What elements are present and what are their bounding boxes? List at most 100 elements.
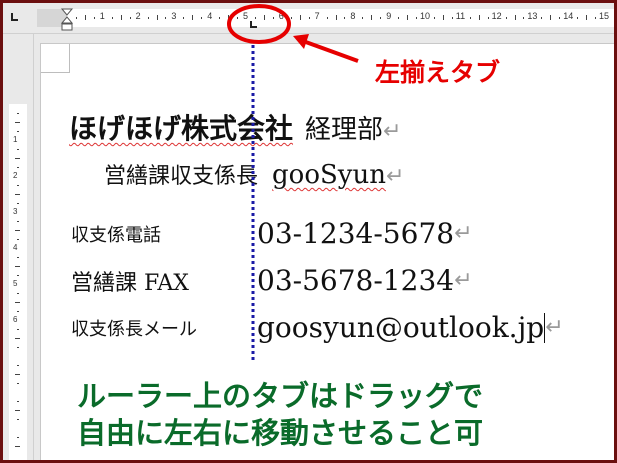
- department: 経理部: [305, 115, 384, 145]
- paragraph-mark: ↵: [454, 221, 473, 246]
- ruler-tick: [183, 17, 185, 19]
- vertical-ruler-tick: [17, 275, 19, 276]
- ruler-number: 1: [99, 11, 105, 21]
- vertical-ruler-tick: [15, 194, 20, 195]
- vertical-ruler-tick: [17, 113, 19, 114]
- ruler-number: 9: [386, 11, 392, 21]
- vertical-ruler-tick: [17, 167, 19, 168]
- ruler-tick: [514, 15, 516, 20]
- row-value: goosyun@outlook.jp: [257, 311, 545, 344]
- ruler-number: 14: [563, 11, 574, 21]
- ruler-tick: [577, 17, 579, 19]
- ruler-tick: [165, 17, 167, 19]
- ruler-tick: [398, 17, 400, 19]
- row-fax: 営繕課 FAX 03-5678-1234↵: [71, 264, 473, 297]
- paragraph-mark: ↵: [383, 119, 402, 144]
- left-tab-stop-icon[interactable]: [250, 21, 258, 29]
- vertical-ruler-tick: [15, 230, 20, 231]
- ruler-tick: [228, 15, 230, 20]
- vertical-ruler-tick: [17, 347, 19, 348]
- row-value: 03-1234-5678: [257, 217, 455, 250]
- ruler-tick: [335, 15, 337, 20]
- vertical-ruler-tick: [17, 419, 19, 420]
- vertical-ruler-tick: [17, 437, 19, 438]
- ruler-number: 12: [491, 11, 502, 21]
- ruler-tick: [469, 17, 471, 19]
- ruler-tick: [487, 17, 489, 19]
- row-value: 03-5678-1234: [257, 264, 455, 297]
- ruler-tick: [550, 15, 552, 20]
- ruler-number: 10: [420, 11, 431, 21]
- vertical-ruler-tick: [17, 185, 19, 186]
- vertical-ruler-number: 3: [13, 207, 18, 216]
- ruler-tick: [586, 15, 588, 20]
- vertical-ruler-tick: [17, 203, 19, 204]
- ruler-tick: [147, 17, 149, 19]
- ruler-tick: [523, 17, 525, 19]
- paragraph-mark: ↵: [545, 315, 564, 340]
- ruler-tick: [442, 15, 444, 20]
- ruler-number: 3: [171, 11, 177, 21]
- tab-selector-icon[interactable]: [8, 11, 20, 23]
- ruler-tick: [93, 17, 95, 19]
- screenshot-frame: 1 2 3 4 5 6 7 8 9 10 11 12 13 14 15 123456 ほげほげ株式会社 経理部…: [3, 3, 614, 460]
- note-line-1: ルーラー上のタブはドラッグで: [77, 379, 484, 413]
- ruler-number: 13: [527, 11, 538, 21]
- vertical-ruler-tick: [17, 383, 19, 384]
- vertical-ruler-tick: [15, 158, 20, 159]
- ruler-tick: [111, 17, 113, 19]
- row-label: 営繕課 FAX: [71, 270, 189, 296]
- line-title: 営繕課収支係長 gooSyun↵: [104, 158, 404, 190]
- vertical-ruler-tick: [15, 410, 20, 411]
- ruler-tick: [120, 15, 122, 20]
- person-name: gooSyun: [272, 160, 386, 190]
- ruler-tick: [362, 17, 364, 19]
- tab-callout-label: 左揃えタブ: [375, 58, 501, 87]
- vertical-ruler-tick: [15, 374, 20, 375]
- row-label: 収支係電話: [71, 224, 161, 246]
- ruler-tick: [595, 17, 597, 19]
- row-phone: 収支係電話 03-1234-5678↵: [71, 217, 473, 250]
- ruler-tick: [541, 17, 543, 19]
- ruler-number: 7: [314, 11, 320, 21]
- ruler-number: 15: [599, 11, 610, 21]
- ruler-tick: [290, 17, 292, 19]
- ruler-tick: [192, 15, 194, 20]
- vertical-ruler-tick: [15, 302, 20, 303]
- ruler-number: 8: [350, 11, 356, 21]
- vertical-ruler-tick: [15, 122, 20, 123]
- vertical-ruler-tick: [15, 338, 20, 339]
- ruler-tick: [129, 17, 131, 19]
- vertical-ruler-tick: [17, 365, 19, 366]
- ruler-number: 4: [207, 11, 213, 21]
- ruler-tick: [380, 17, 382, 19]
- vertical-ruler-tick: [15, 446, 20, 447]
- ruler-number: 2: [135, 11, 141, 21]
- indent-marker-icon[interactable]: [60, 7, 74, 33]
- vertical-ruler-tick: [17, 329, 19, 330]
- ruler-number: 11: [455, 11, 466, 21]
- vertical-ruler-tick: [17, 221, 19, 222]
- ruler-tick: [416, 17, 418, 19]
- vertical-ruler-tick: [17, 257, 19, 258]
- vertical-ruler-number: 4: [13, 243, 18, 252]
- company-name: ほげほげ株式会社: [69, 112, 294, 145]
- ruler-tick: [344, 17, 346, 19]
- vertical-ruler-tick: [17, 131, 19, 132]
- horizontal-ruler[interactable]: 1 2 3 4 5 6 7 8 9 10 11 12 13 14 15: [3, 3, 614, 34]
- vertical-ruler-tick: [17, 401, 19, 402]
- ruler-tick: [505, 17, 507, 19]
- margin-corner-mark: [41, 44, 70, 73]
- vertical-ruler-tick: [15, 266, 20, 267]
- vertical-ruler-number: 5: [13, 279, 18, 288]
- ruler-number: 5: [243, 11, 249, 21]
- ruler-tick: [201, 17, 203, 19]
- ruler-tick: [254, 17, 256, 19]
- vertical-ruler-number: 1: [13, 135, 18, 144]
- ruler-tick: [299, 15, 301, 20]
- ruler-tick: [272, 17, 274, 19]
- ruler-tick: [237, 17, 239, 19]
- ruler-tick: [75, 17, 77, 19]
- row-email: 収支係長メール goosyun@outlook.jp↵: [71, 311, 564, 344]
- vertical-ruler[interactable]: 1 2 3 4 5 6: [3, 34, 34, 460]
